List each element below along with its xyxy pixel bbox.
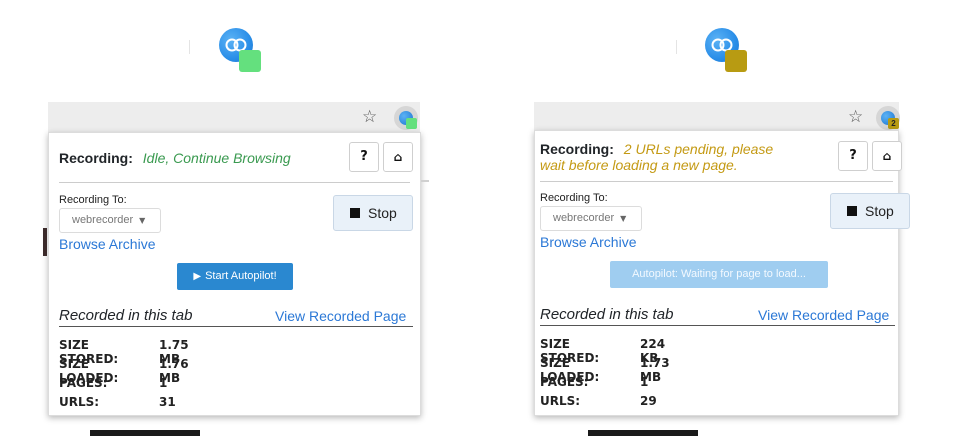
extension-button[interactable] <box>394 106 418 130</box>
webrecorder-extension-icon <box>705 28 755 78</box>
mini-status-badge <box>406 118 417 129</box>
stop-icon <box>350 208 360 218</box>
play-icon: ▶ <box>193 271 202 282</box>
right-recording-panel: ☆ 2 Recording: 2 URLs pending, please wa… <box>478 0 956 436</box>
toolbar-divider <box>189 40 190 54</box>
webrecorder-extension-icon <box>219 28 269 78</box>
status-text: Idle, Continue Browsing <box>142 150 291 166</box>
page-background-fragment <box>588 430 698 436</box>
collection-value: webrecorder <box>72 214 134 226</box>
page-background-fragment <box>90 430 200 436</box>
collection-select[interactable]: webrecorder ▼ <box>540 206 642 231</box>
recording-status: Recording: 2 URLs pending, please wait b… <box>540 141 773 173</box>
autopilot-waiting-button[interactable]: Autopilot: Waiting for page to load... <box>610 261 828 288</box>
recording-popup: Recording: 2 URLs pending, please wait b… <box>534 130 910 416</box>
home-button[interactable]: ⌂ <box>383 142 413 172</box>
header-divider <box>540 181 893 182</box>
left-recording-panel: ☆ Recording: Idle, Continue Browsing ? ⌂… <box>0 0 480 436</box>
status-text-line-1: 2 URLs pending, please <box>623 141 774 157</box>
toolbar-divider <box>676 40 677 54</box>
page-background-fragment <box>43 228 47 256</box>
recorded-in-tab-title: Recorded in this tab <box>59 307 193 324</box>
stat-label: URLS: <box>59 395 100 409</box>
header-divider <box>59 182 410 183</box>
help-button[interactable]: ? <box>349 142 379 172</box>
collection-select[interactable]: webrecorder ▼ <box>59 208 161 233</box>
browse-archive-link[interactable]: Browse Archive <box>59 236 155 252</box>
browse-archive-link[interactable]: Browse Archive <box>540 234 636 250</box>
page-edge <box>421 180 429 182</box>
stop-icon <box>847 206 857 216</box>
chevron-down-icon: ▼ <box>620 214 627 223</box>
autopilot-label: Start Autopilot! <box>205 270 277 282</box>
recording-status: Recording: Idle, Continue Browsing <box>59 150 291 166</box>
bookmark-star-icon[interactable]: ☆ <box>848 107 863 127</box>
stop-button[interactable]: Stop <box>830 193 910 229</box>
stat-label: PAGES: <box>540 375 589 389</box>
status-text-line-2: wait before loading a new page. <box>540 157 738 173</box>
bookmark-star-icon[interactable]: ☆ <box>362 107 377 127</box>
stop-label: Stop <box>865 203 894 219</box>
recorded-divider <box>59 326 413 327</box>
extension-button[interactable]: 2 <box>876 106 900 130</box>
recording-to-label: Recording To: <box>540 192 608 204</box>
help-button[interactable]: ? <box>838 141 868 171</box>
home-icon: ⌂ <box>882 149 892 163</box>
start-autopilot-button[interactable]: ▶ Start Autopilot! <box>177 263 293 290</box>
home-icon: ⌂ <box>393 150 403 164</box>
browser-toolbar: ☆ <box>48 102 420 133</box>
stat-value: 31 <box>159 395 176 409</box>
status-badge-icon <box>725 50 747 72</box>
stat-label: URLS: <box>540 394 581 408</box>
collection-value: webrecorder <box>553 212 615 224</box>
stat-value: 1 <box>640 375 649 389</box>
stat-value: 29 <box>640 394 657 408</box>
stop-label: Stop <box>368 205 397 221</box>
browser-toolbar: ☆ 2 <box>534 102 900 133</box>
view-recorded-page-link[interactable]: View Recorded Page <box>275 308 406 324</box>
mini-status-badge: 2 <box>888 118 899 129</box>
status-label: Recording: <box>540 141 614 157</box>
view-recorded-page-link[interactable]: View Recorded Page <box>758 307 889 323</box>
stop-button[interactable]: Stop <box>333 195 413 231</box>
recording-to-label: Recording To: <box>59 194 127 206</box>
status-badge-icon <box>239 50 261 72</box>
stat-value: 1 <box>159 376 168 390</box>
recording-popup: Recording: Idle, Continue Browsing ? ⌂ R… <box>48 132 421 416</box>
status-label: Recording: <box>59 150 133 166</box>
autopilot-label: Autopilot: Waiting for page to load... <box>632 268 806 280</box>
stat-label: PAGES: <box>59 376 108 390</box>
home-button[interactable]: ⌂ <box>872 141 902 171</box>
recorded-divider <box>540 325 895 326</box>
recorded-in-tab-title: Recorded in this tab <box>540 306 674 323</box>
chevron-down-icon: ▼ <box>139 216 146 225</box>
